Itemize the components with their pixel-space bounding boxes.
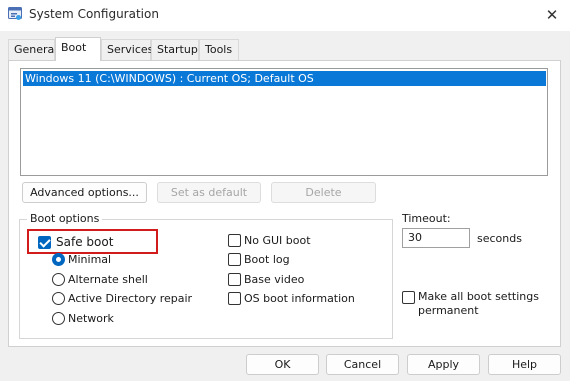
list-item[interactable]: Windows 11 (C:\WINDOWS) : Current OS; De… bbox=[23, 71, 546, 86]
active-directory-repair-radio[interactable] bbox=[52, 292, 65, 305]
base-video-checkbox[interactable] bbox=[228, 273, 241, 286]
minimal-label: Minimal bbox=[68, 253, 112, 266]
ok-button[interactable]: OK bbox=[246, 354, 319, 375]
delete-button[interactable]: Delete bbox=[271, 182, 376, 203]
base-video-label: Base video bbox=[244, 273, 305, 286]
active-directory-repair-label: Active Directory repair bbox=[68, 292, 193, 305]
make-permanent-label-line1: Make all boot settings bbox=[418, 290, 539, 303]
window-title: System Configuration bbox=[29, 7, 159, 21]
close-button[interactable]: ✕ bbox=[539, 4, 565, 26]
tab-boot[interactable]: Boot bbox=[55, 37, 101, 61]
tab-tools[interactable]: Tools bbox=[199, 39, 239, 60]
os-boot-information-checkbox[interactable] bbox=[228, 292, 241, 305]
os-list[interactable]: Windows 11 (C:\WINDOWS) : Current OS; De… bbox=[20, 68, 548, 176]
tab-label: Startup bbox=[157, 43, 198, 56]
tab-label: Tools bbox=[205, 43, 233, 56]
advanced-options-button[interactable]: Advanced options... bbox=[22, 182, 147, 203]
apply-button[interactable]: Apply bbox=[407, 354, 480, 375]
network-radio[interactable] bbox=[52, 312, 65, 325]
set-as-default-button[interactable]: Set as default bbox=[157, 182, 261, 203]
msconfig-icon bbox=[8, 7, 22, 20]
help-button[interactable]: Help bbox=[488, 354, 561, 375]
timeout-input[interactable]: 30 bbox=[402, 228, 470, 248]
minimal-radio[interactable] bbox=[52, 253, 65, 266]
cancel-button[interactable]: Cancel bbox=[326, 354, 399, 375]
os-boot-information-label: OS boot information bbox=[244, 292, 355, 305]
safe-boot-checkbox[interactable] bbox=[38, 236, 51, 249]
no-gui-boot-checkbox[interactable] bbox=[228, 234, 241, 247]
timeout-label: Timeout: bbox=[402, 212, 451, 225]
tab-services[interactable]: Services bbox=[101, 39, 154, 60]
tab-label: General bbox=[14, 43, 58, 56]
alternate-shell-radio[interactable] bbox=[52, 273, 65, 286]
alternate-shell-label: Alternate shell bbox=[68, 273, 148, 286]
title-bar: System Configuration ✕ bbox=[0, 0, 570, 31]
safe-boot-label: Safe boot bbox=[56, 235, 114, 249]
make-permanent-label-line2: permanent bbox=[418, 304, 479, 317]
no-gui-boot-label: No GUI boot bbox=[244, 234, 311, 247]
tab-label: Services bbox=[107, 43, 154, 56]
tab-general[interactable]: General bbox=[8, 39, 58, 60]
boot-options-legend: Boot options bbox=[27, 212, 103, 225]
tab-label: Boot bbox=[61, 41, 87, 54]
timeout-unit-label: seconds bbox=[477, 232, 522, 245]
boot-log-label: Boot log bbox=[244, 253, 290, 266]
close-icon: ✕ bbox=[545, 6, 559, 24]
network-label: Network bbox=[68, 312, 114, 325]
tab-startup[interactable]: Startup bbox=[151, 39, 199, 60]
make-permanent-checkbox[interactable] bbox=[402, 291, 415, 304]
boot-log-checkbox[interactable] bbox=[228, 253, 241, 266]
